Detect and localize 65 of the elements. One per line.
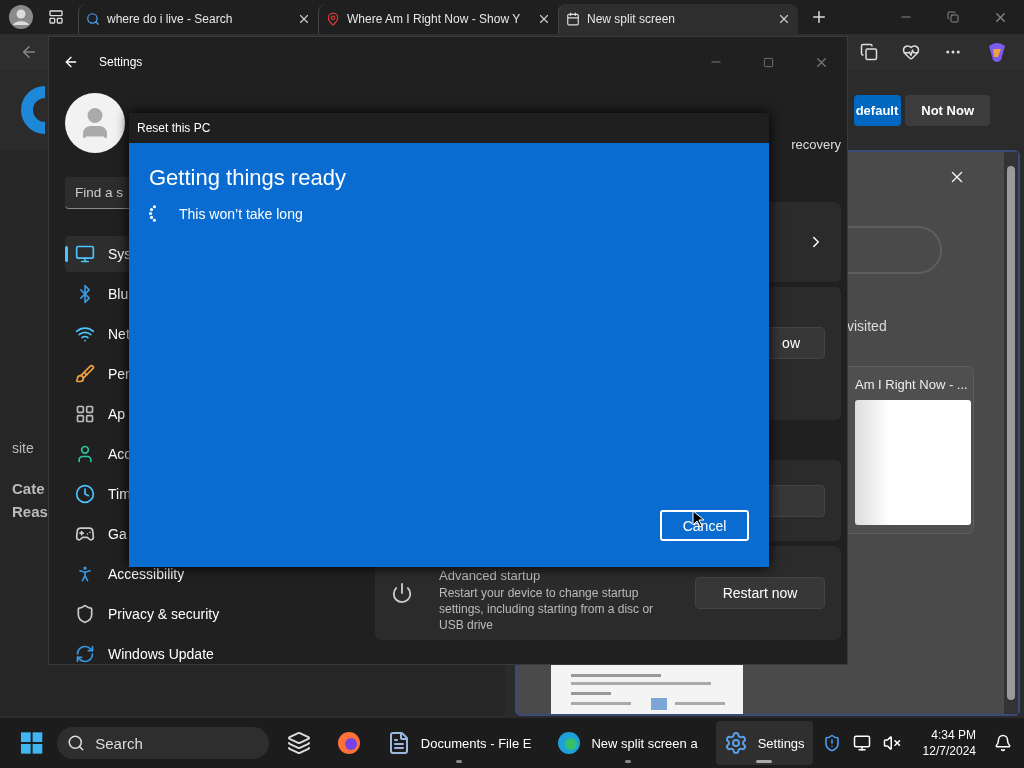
restart-button[interactable]: Restart now <box>695 577 825 609</box>
window-title: Settings <box>99 55 143 69</box>
edge-icon[interactable] <box>557 731 582 755</box>
shield-icon <box>75 604 95 624</box>
person-icon <box>75 444 95 464</box>
panel-heading: Cate <box>12 480 45 497</box>
monitor-icon <box>75 244 95 264</box>
taskbar-app[interactable]: New split screen a <box>549 721 706 765</box>
search-icon <box>67 734 86 752</box>
collections-icon[interactable] <box>860 43 878 61</box>
close-icon[interactable] <box>537 12 551 26</box>
banner-button[interactable]: Not Now <box>905 94 990 126</box>
nav-item[interactable]: Windows Update <box>65 636 365 664</box>
health-icon[interactable] <box>902 43 920 61</box>
firefox-icon[interactable] <box>336 731 361 755</box>
app-label: Settings <box>757 735 805 751</box>
security-warning-icon[interactable] <box>822 734 841 752</box>
spinner-icon <box>149 205 156 222</box>
app-label: Documents - File E <box>420 735 532 751</box>
browser-logo-icon <box>20 85 48 135</box>
tab-actions-icon[interactable] <box>48 9 64 25</box>
close-icon[interactable] <box>297 12 311 26</box>
taskbar-app[interactable]: Settings <box>715 721 813 765</box>
brush-icon <box>75 364 95 384</box>
network-icon[interactable] <box>852 734 871 752</box>
taskbar-search-field[interactable]: Search <box>57 727 269 759</box>
banner-button[interactable]: default <box>853 94 902 126</box>
dialog-heading: Getting things ready <box>149 165 347 191</box>
start-icon[interactable] <box>20 731 44 755</box>
close-icon[interactable] <box>777 12 791 26</box>
new-tab-icon[interactable] <box>810 8 828 26</box>
browser-tab[interactable]: New split screen <box>558 4 798 34</box>
taskbar-app[interactable]: Documents - File E <box>378 721 540 765</box>
apps-icon <box>75 404 95 424</box>
gamepad-icon <box>75 524 95 544</box>
placeholder: Search <box>95 734 143 752</box>
section-label: visited <box>847 318 887 334</box>
selection-indicator <box>65 246 68 262</box>
back-icon[interactable] <box>63 54 79 70</box>
wifi-icon <box>75 324 95 344</box>
page-subtitle: recovery <box>791 137 841 152</box>
dialog-title: Reset this PC <box>129 113 769 143</box>
restore-icon[interactable] <box>947 11 959 23</box>
nav-item[interactable]: Privacy & security <box>65 596 365 632</box>
app-label: New split screen a <box>591 735 698 751</box>
settings-icon[interactable] <box>723 731 748 755</box>
profile-avatar-icon[interactable] <box>8 4 34 30</box>
mute-icon[interactable] <box>882 734 901 752</box>
panel-text: site <box>12 440 34 456</box>
scrollbar[interactable] <box>1004 152 1018 714</box>
card-title: Advanced startup <box>439 568 542 583</box>
task-view-icon[interactable] <box>286 731 311 755</box>
page-icon <box>566 12 580 26</box>
site-title: Am I Right Now - ... <box>855 377 969 392</box>
panel-heading: Reas <box>12 503 48 520</box>
clock-icon <box>75 484 95 504</box>
status-text: This won’t take long <box>179 205 303 222</box>
clock[interactable]: 4:34 PM 12/7/2024 <box>922 728 976 758</box>
search-icon <box>86 12 100 26</box>
refresh-icon <box>75 644 95 664</box>
maximize-icon[interactable] <box>763 56 774 68</box>
cancel-button[interactable]: Cancel <box>660 510 749 541</box>
map-pin-icon <box>326 12 340 26</box>
notifications-icon[interactable] <box>994 734 1012 752</box>
card-description: Restart your device to change startup settings, including starting from a disc or USB drive <box>439 585 655 633</box>
